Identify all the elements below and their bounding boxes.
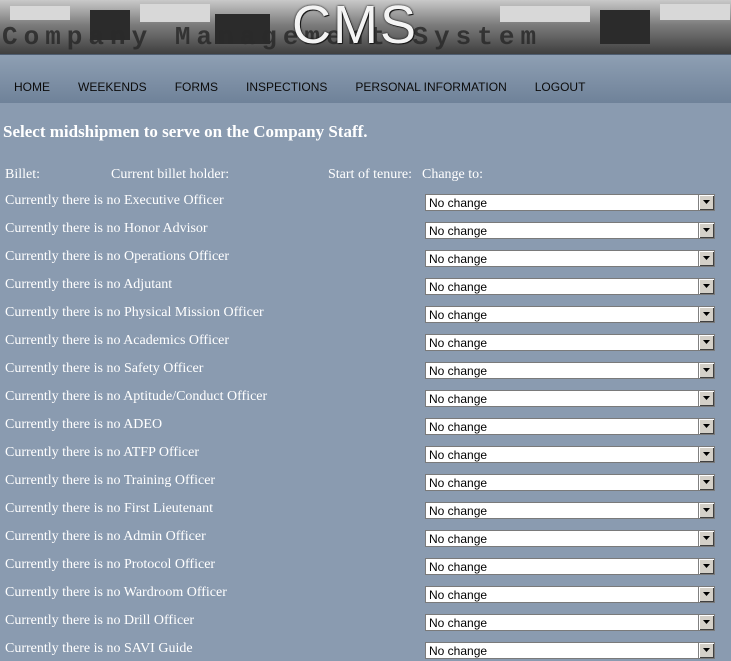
billet-row-label: Currently there is no Honor Advisor <box>5 221 208 236</box>
billet-row-label: Currently there is no Safety Officer <box>5 361 204 376</box>
change-to-value: No change <box>429 588 488 602</box>
chevron-down-icon[interactable] <box>698 251 714 266</box>
change-to-select[interactable]: No change <box>425 250 715 267</box>
page-title: Select midshipmen to serve on the Compan… <box>3 122 368 141</box>
change-to-select[interactable]: No change <box>425 530 715 547</box>
billet-row-label: Currently there is no Training Officer <box>5 473 216 488</box>
chevron-down-icon[interactable] <box>698 531 714 546</box>
chevron-down-icon[interactable] <box>698 419 714 434</box>
billet-row-label: Currently there is no Admin Officer <box>5 529 206 544</box>
billet-row-label: Currently there is no Aptitude/Conduct O… <box>5 389 268 404</box>
nav-inspections[interactable]: INSPECTIONS <box>246 80 327 94</box>
nav-forms[interactable]: FORMS <box>175 80 218 94</box>
chevron-down-icon[interactable] <box>698 279 714 294</box>
change-to-value: No change <box>429 364 488 378</box>
change-to-select[interactable]: No change <box>425 306 715 323</box>
billet-row-label: Currently there is no Physical Mission O… <box>5 305 264 320</box>
billet-row-label: Currently there is no Drill Officer <box>5 613 195 628</box>
billet-row-label: Currently there is no Protocol Officer <box>5 557 216 572</box>
change-to-value: No change <box>429 560 488 574</box>
change-to-select[interactable]: No change <box>425 362 715 379</box>
banner-title: CMS <box>292 0 418 54</box>
chevron-down-icon[interactable] <box>698 363 714 378</box>
chevron-down-icon[interactable] <box>698 475 714 490</box>
change-to-select[interactable]: No change <box>425 642 715 659</box>
banner-building <box>10 6 70 20</box>
column-header-billet: Billet: <box>5 167 40 182</box>
change-to-value: No change <box>429 448 488 462</box>
change-to-value: No change <box>429 644 488 658</box>
banner-building <box>500 6 590 22</box>
chevron-down-icon[interactable] <box>698 307 714 322</box>
banner-subtitle: Company Management System <box>2 22 543 52</box>
change-to-select[interactable]: No change <box>425 194 715 211</box>
billet-row-label: Currently there is no ATFP Officer <box>5 445 200 460</box>
billet-row-label: Currently there is no Academics Officer <box>5 333 230 348</box>
change-to-value: No change <box>429 280 488 294</box>
change-to-select[interactable]: No change <box>425 586 715 603</box>
chevron-down-icon[interactable] <box>698 643 714 658</box>
change-to-select[interactable]: No change <box>425 418 715 435</box>
banner-building <box>140 4 210 22</box>
change-to-value: No change <box>429 532 488 546</box>
billet-row-label: Currently there is no Executive Officer <box>5 193 224 208</box>
change-to-value: No change <box>429 252 488 266</box>
change-to-select[interactable]: No change <box>425 446 715 463</box>
change-to-value: No change <box>429 336 488 350</box>
change-to-select[interactable]: No change <box>425 278 715 295</box>
change-to-value: No change <box>429 420 488 434</box>
chevron-down-icon[interactable] <box>698 587 714 602</box>
nav-weekends[interactable]: WEEKENDS <box>78 80 147 94</box>
nav-logout[interactable]: LOGOUT <box>535 80 586 94</box>
chevron-down-icon[interactable] <box>698 335 714 350</box>
chevron-down-icon[interactable] <box>698 223 714 238</box>
billet-row-label: Currently there is no Adjutant <box>5 277 173 292</box>
change-to-select[interactable]: No change <box>425 222 715 239</box>
change-to-value: No change <box>429 308 488 322</box>
billet-row-label: Currently there is no ADEO <box>5 417 163 432</box>
change-to-select[interactable]: No change <box>425 390 715 407</box>
nav-home[interactable]: HOME <box>14 80 50 94</box>
change-to-select[interactable]: No change <box>425 474 715 491</box>
banner-building <box>660 4 730 20</box>
chevron-down-icon[interactable] <box>698 391 714 406</box>
change-to-value: No change <box>429 224 488 238</box>
billet-row-label: Currently there is no First Lieutenant <box>5 501 214 516</box>
change-to-value: No change <box>429 196 488 210</box>
change-to-value: No change <box>429 392 488 406</box>
change-to-value: No change <box>429 504 488 518</box>
chevron-down-icon[interactable] <box>698 503 714 518</box>
header-banner: Company Management System CMS <box>0 0 731 54</box>
chevron-down-icon[interactable] <box>698 447 714 462</box>
billet-row-label: Currently there is no Operations Officer <box>5 249 230 264</box>
billet-row-label: Currently there is no Wardroom Officer <box>5 585 227 600</box>
change-to-value: No change <box>429 476 488 490</box>
chevron-down-icon[interactable] <box>698 195 714 210</box>
chevron-down-icon[interactable] <box>698 559 714 574</box>
column-header-holder: Current billet holder: <box>111 167 230 182</box>
change-to-select[interactable]: No change <box>425 558 715 575</box>
chevron-down-icon[interactable] <box>698 615 714 630</box>
main-nav: HOME WEEKENDS FORMS INSPECTIONS PERSONAL… <box>0 54 731 103</box>
billet-row-label: Currently there is no SAVI Guide <box>5 641 193 656</box>
nav-personal-information[interactable]: PERSONAL INFORMATION <box>355 80 506 94</box>
column-header-start: Start of tenure: <box>328 167 412 182</box>
change-to-select[interactable]: No change <box>425 614 715 631</box>
banner-building <box>600 10 650 44</box>
change-to-value: No change <box>429 616 488 630</box>
column-header-change: Change to: <box>422 167 484 182</box>
change-to-select[interactable]: No change <box>425 502 715 519</box>
change-to-select[interactable]: No change <box>425 334 715 351</box>
